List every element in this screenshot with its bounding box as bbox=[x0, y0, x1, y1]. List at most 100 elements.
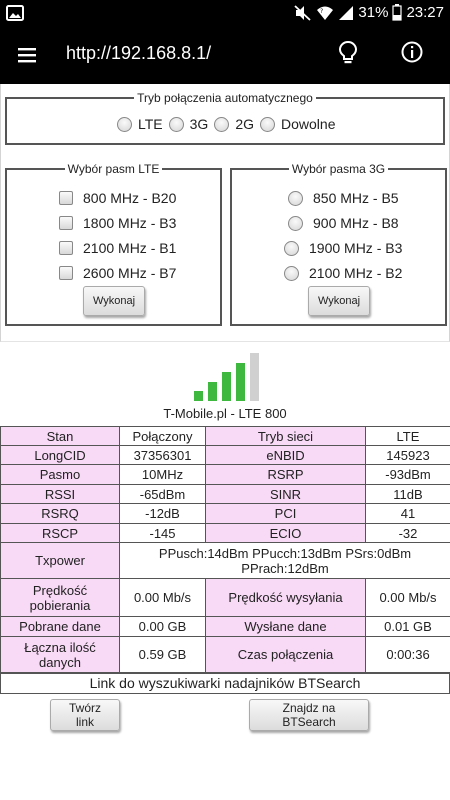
mute-icon bbox=[294, 4, 312, 21]
table-label: Łączna ilość danych bbox=[0, 636, 120, 673]
3g-band-radio[interactable] bbox=[288, 190, 303, 206]
table-row: LongCID 37356301 eNBID 145923 bbox=[0, 445, 450, 465]
table-label: Prędkość pobierania bbox=[0, 578, 120, 617]
table-value: 10MHz bbox=[119, 464, 206, 485]
table-row: RSSI -65dBm SINR 11dB bbox=[0, 484, 450, 504]
lte-apply-button[interactable]: Wykonaj bbox=[83, 286, 145, 316]
signal-strength-icon bbox=[194, 353, 259, 401]
mode-radio-2g[interactable] bbox=[214, 116, 230, 132]
connection-mode-legend: Tryb połączenia automatycznego bbox=[137, 91, 313, 105]
table-label: ECIO bbox=[205, 523, 366, 543]
create-link-button[interactable]: Twórz link bbox=[50, 699, 120, 731]
table-label: RSSI bbox=[0, 484, 120, 504]
table-label: Wysłane dane bbox=[205, 616, 366, 637]
battery-icon bbox=[392, 4, 403, 21]
table-row: Pobrane dane 0.00 GB Wysłane dane 0.01 G… bbox=[0, 616, 450, 637]
clock: 23:27 bbox=[406, 4, 444, 21]
3g-band-radio[interactable] bbox=[284, 240, 299, 256]
battery-percent: 31% bbox=[358, 4, 389, 21]
mode-radio-3g[interactable] bbox=[168, 116, 184, 132]
table-row: Łączna ilość danych 0.59 GB Czas połącze… bbox=[0, 636, 450, 673]
table-value: LTE bbox=[365, 426, 450, 446]
table-label: Tryb sieci bbox=[205, 426, 366, 446]
table-value: 0.59 GB bbox=[119, 636, 206, 673]
signal-bar bbox=[208, 382, 217, 401]
table-row: Stan Połączony Tryb sieci LTE bbox=[0, 426, 450, 446]
table-label: Prędkość wysyłania bbox=[205, 578, 366, 617]
web-content: Tryb połączenia automatycznego LTE 3G 2G… bbox=[0, 84, 450, 800]
3g-band-option[interactable]: 2100 MHz - B2 bbox=[284, 265, 402, 281]
3g-band-option[interactable]: 1900 MHz - B3 bbox=[284, 240, 402, 256]
lightbulb-icon[interactable] bbox=[336, 40, 360, 66]
status-bar: ? 31% 23:27 bbox=[0, 0, 450, 27]
3g-apply-button[interactable]: Wykonaj bbox=[308, 286, 370, 316]
mode-radio-any[interactable] bbox=[260, 116, 276, 132]
find-btsearch-button[interactable]: Znajdz na BTSearch bbox=[249, 699, 369, 731]
svg-text:?: ? bbox=[320, 8, 323, 15]
table-value: -65dBm bbox=[119, 484, 206, 504]
txpower-value: PPusch:14dBm PPucch:13dBm PSrs:0dBm PPra… bbox=[119, 542, 450, 579]
mode-label-any: Dowolne bbox=[281, 116, 336, 132]
table-row: Pasmo 10MHz RSRP -93dBm bbox=[0, 464, 450, 485]
wifi-icon: ? bbox=[317, 6, 334, 20]
lte-band-checkbox[interactable] bbox=[59, 266, 73, 280]
table-value: 11dB bbox=[365, 484, 450, 504]
lte-band-checkbox[interactable] bbox=[59, 241, 73, 255]
signal-bar bbox=[194, 391, 203, 401]
lte-bands-legend: Wybór pasm LTE bbox=[67, 162, 160, 176]
table-label: eNBID bbox=[205, 445, 366, 465]
mode-label-2g: 2G bbox=[235, 116, 255, 132]
lte-band-checkbox[interactable] bbox=[59, 216, 73, 230]
3g-band-radio[interactable] bbox=[288, 215, 303, 231]
3g-band-label: 1900 MHz - B3 bbox=[309, 240, 403, 256]
table-row: Txpower PPusch:14dBm PPucch:13dBm PSrs:0… bbox=[0, 542, 450, 579]
lte-band-label: 800 MHz - B20 bbox=[83, 190, 177, 206]
table-label: PCI bbox=[205, 503, 366, 524]
table-value: 0:00:36 bbox=[365, 636, 450, 673]
table-label: SINR bbox=[205, 484, 366, 504]
mode-label-lte: LTE bbox=[138, 116, 163, 132]
lte-band-option[interactable]: 2100 MHz - B1 bbox=[59, 240, 176, 256]
app-bar: http://192.168.8.1/ bbox=[0, 27, 450, 84]
lte-band-label: 1800 MHz - B3 bbox=[83, 215, 177, 231]
table-label: RSRP bbox=[205, 464, 366, 485]
btsearch-link-row: Link do wyszukiwarki nadajników BTSearch bbox=[0, 673, 450, 694]
3g-band-label: 2100 MHz - B2 bbox=[309, 265, 403, 281]
3g-band-option[interactable]: 900 MHz - B8 bbox=[288, 215, 399, 231]
3g-band-option[interactable]: 850 MHz - B5 bbox=[288, 190, 399, 206]
table-label: Pobrane dane bbox=[0, 616, 120, 637]
table-value: -145 bbox=[119, 523, 206, 543]
lte-band-label: 2600 MHz - B7 bbox=[83, 265, 177, 281]
lte-band-checkbox[interactable] bbox=[59, 191, 73, 205]
url-title: http://192.168.8.1/ bbox=[66, 43, 212, 63]
lte-band-option[interactable]: 2600 MHz - B7 bbox=[59, 265, 176, 281]
mode-radio-lte[interactable] bbox=[117, 116, 132, 132]
table-label: RSRQ bbox=[0, 503, 120, 524]
3g-band-label: 850 MHz - B5 bbox=[313, 190, 399, 206]
lte-band-label: 2100 MHz - B1 bbox=[83, 240, 177, 256]
3g-bands-legend: Wybór pasma 3G bbox=[291, 162, 386, 176]
table-value: -32 bbox=[365, 523, 450, 543]
table-label: Czas połączenia bbox=[205, 636, 366, 673]
signal-bar bbox=[236, 363, 245, 401]
info-icon[interactable] bbox=[400, 40, 424, 64]
txpower-label: Txpower bbox=[0, 542, 120, 579]
3g-band-radio[interactable] bbox=[284, 265, 299, 281]
menu-icon[interactable] bbox=[16, 44, 38, 66]
table-label: Stan bbox=[0, 426, 120, 446]
table-value: 0.00 Mb/s bbox=[365, 578, 450, 617]
table-label: RSCP bbox=[0, 523, 120, 543]
table-value: 41 bbox=[365, 503, 450, 524]
table-row: Prędkość pobierania 0.00 Mb/s Prędkość w… bbox=[0, 578, 450, 617]
signal-bar bbox=[250, 353, 259, 401]
operator-label: T-Mobile.pl - LTE 800 bbox=[163, 406, 287, 421]
table-value: 0.01 GB bbox=[365, 616, 450, 637]
table-value: -93dBm bbox=[365, 464, 450, 485]
table-value: 145923 bbox=[365, 445, 450, 465]
lte-band-option[interactable]: 1800 MHz - B3 bbox=[59, 215, 176, 231]
table-row: RSRQ -12dB PCI 41 bbox=[0, 503, 450, 524]
signal-icon bbox=[339, 5, 354, 20]
image-icon bbox=[6, 5, 24, 21]
lte-band-option[interactable]: 800 MHz - B20 bbox=[59, 190, 176, 206]
table-row: RSCP -145 ECIO -32 bbox=[0, 523, 450, 543]
